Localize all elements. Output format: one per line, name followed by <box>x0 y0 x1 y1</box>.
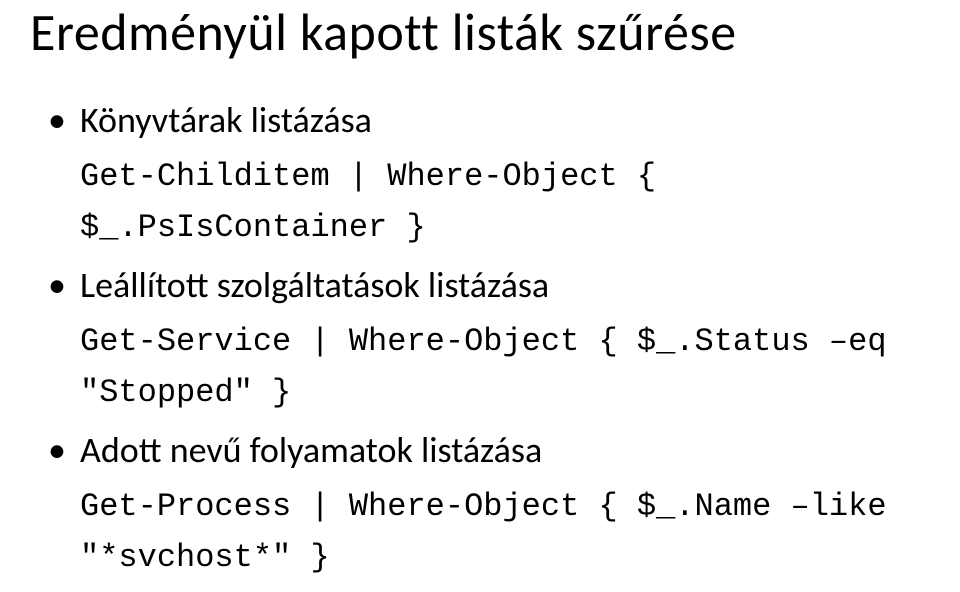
list-item: Leállított szolgáltatások listázása Get-… <box>48 261 930 418</box>
code-snippet: Get-Process | Where-Object { $_.Name –li… <box>48 481 930 583</box>
bullet-label: Adott nevű folyamatok listázása <box>48 426 930 475</box>
slide-title: Eredményül kapott listák szűrése <box>30 0 930 64</box>
list-item: Könyvtárak listázása Get-Childitem | Whe… <box>48 96 930 253</box>
bullet-list: Könyvtárak listázása Get-Childitem | Whe… <box>48 96 930 583</box>
code-snippet: Get-Childitem | Where-Object { $_.PsIsCo… <box>48 151 930 253</box>
bullet-label: Leállított szolgáltatások listázása <box>48 261 930 310</box>
code-snippet: Get-Service | Where-Object { $_.Status –… <box>48 316 930 418</box>
list-item: Adott nevű folyamatok listázása Get-Proc… <box>48 426 930 583</box>
slide-content: Könyvtárak listázása Get-Childitem | Whe… <box>30 96 930 583</box>
bullet-label: Könyvtárak listázása <box>48 96 930 145</box>
